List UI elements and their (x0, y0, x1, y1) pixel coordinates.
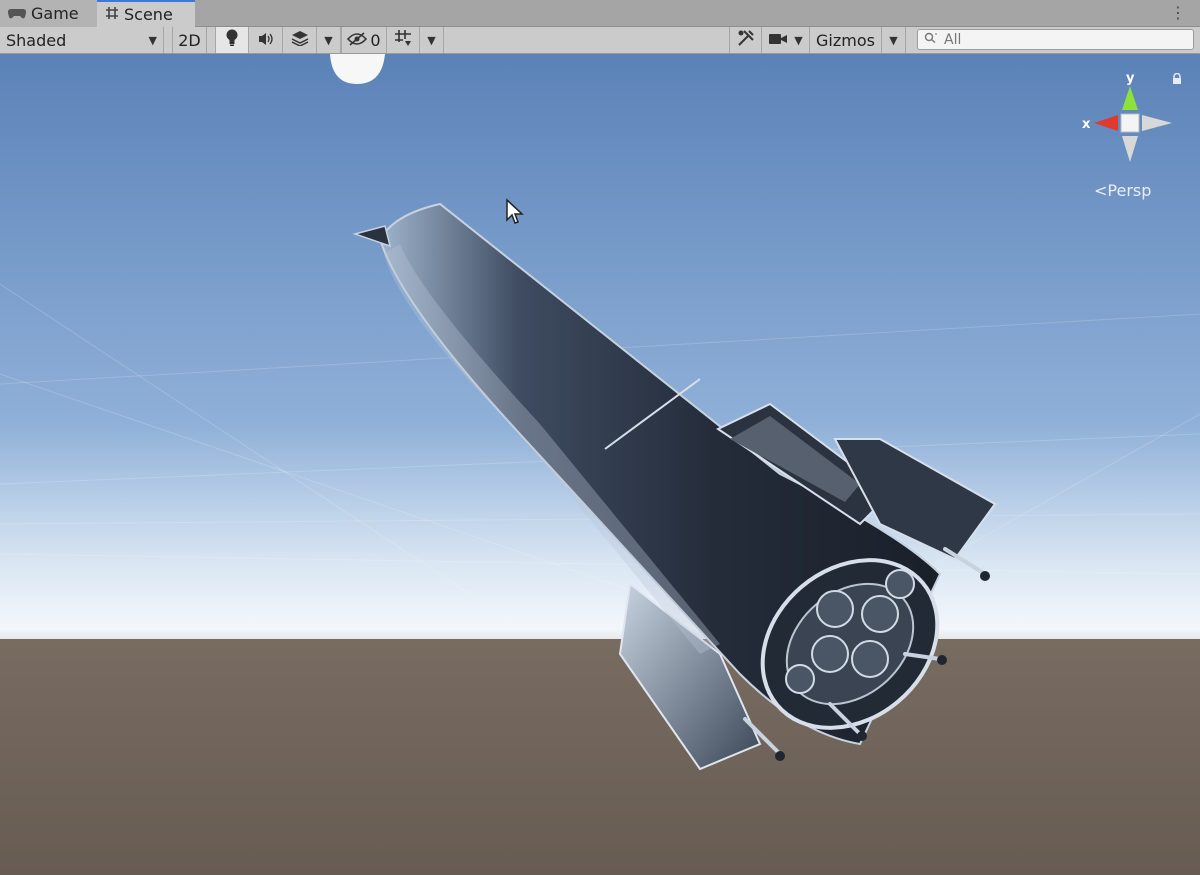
gizmo-y-label: y (1126, 71, 1135, 86)
gizmos-label: Gizmos (816, 30, 875, 50)
chevron-down-icon: ▼ (148, 33, 157, 47)
tab-bar: Game Scene ⋮ (0, 0, 1200, 27)
tab-scene-label: Scene (124, 5, 173, 24)
gizmo-x-label: x (1082, 117, 1091, 132)
grid-dropdown[interactable]: ▼ (420, 27, 444, 53)
tab-scene[interactable]: Scene (97, 0, 195, 27)
chevron-down-icon: ▼ (324, 33, 333, 47)
hierarchy-search-field[interactable] (917, 29, 1194, 50)
scene-toolbar: Shaded ▼ 2D ▼ 0 ▼ ▼ Gizmos ▼ All (0, 27, 1200, 54)
camera-settings-dropdown[interactable]: ▼ (762, 27, 810, 53)
gizmos-button[interactable]: Gizmos (810, 27, 882, 53)
lightbulb-icon (225, 29, 239, 51)
grid-icon (105, 6, 119, 24)
hidden-count: 0 (370, 30, 381, 50)
gizmo-x-cone[interactable] (1094, 115, 1118, 131)
chevron-down-icon: ▼ (794, 33, 803, 47)
chevron-down-icon: ▼ (889, 33, 898, 47)
gizmo-center-cube[interactable] (1120, 113, 1140, 133)
layers-icon (291, 30, 309, 50)
scene-render (0, 54, 1200, 875)
eye-slash-icon (347, 31, 368, 50)
shading-mode-label: Shaded (6, 30, 67, 50)
mouse-cursor-icon (505, 198, 525, 230)
tab-game[interactable]: Game (0, 0, 97, 27)
hidden-objects-toggle[interactable]: 0 (341, 27, 387, 53)
tools-button[interactable] (729, 27, 762, 53)
gamepad-icon (7, 5, 27, 23)
effects-toggle-button[interactable] (283, 27, 317, 53)
toggle-2d-button[interactable]: 2D (172, 27, 207, 53)
toggle-2d-label: 2D (178, 30, 201, 50)
gizmos-dropdown[interactable]: ▼ (882, 27, 906, 53)
search-icon (924, 32, 938, 47)
gizmo-neg-x-cone[interactable] (1142, 115, 1172, 131)
projection-toggle[interactable]: <Persp (1094, 181, 1151, 200)
grid-toggle-button[interactable] (387, 27, 420, 53)
more-options-icon[interactable]: ⋮ (1170, 3, 1186, 22)
tools-icon (737, 29, 755, 51)
lighting-toggle-button[interactable] (215, 27, 249, 53)
gizmo-neg-y-cone[interactable] (1122, 136, 1138, 162)
lock-icon[interactable] (1171, 70, 1183, 89)
projection-label: Persp (1107, 181, 1152, 200)
tab-game-label: Game (31, 4, 79, 23)
audio-toggle-button[interactable] (249, 27, 283, 53)
shading-mode-dropdown[interactable]: Shaded ▼ (0, 27, 164, 53)
camera-icon (768, 31, 788, 50)
grid-snap-icon (394, 29, 412, 51)
gizmo-y-cone[interactable] (1122, 86, 1138, 110)
speaker-icon (257, 31, 275, 50)
scene-viewport[interactable] (0, 54, 1200, 875)
effects-dropdown[interactable]: ▼ (317, 27, 341, 53)
chevron-down-icon: ▼ (427, 33, 436, 47)
search-input[interactable] (944, 31, 1184, 48)
chevron-left-icon: < (1094, 181, 1108, 200)
